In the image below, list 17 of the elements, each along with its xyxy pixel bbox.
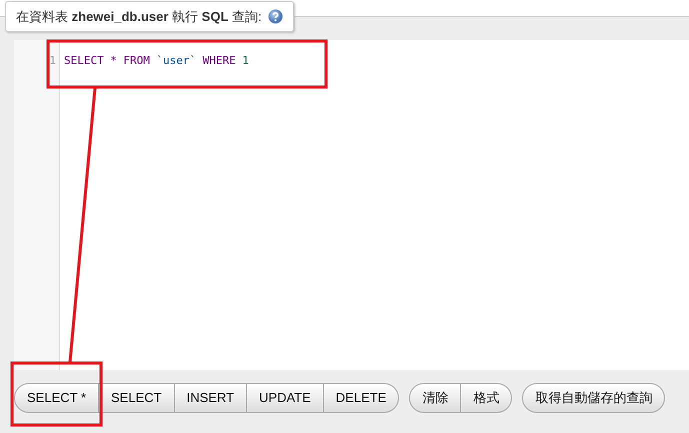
query-button[interactable]: 格式 <box>461 383 512 413</box>
code-token: FROM <box>123 54 150 68</box>
query-button[interactable]: 清除 <box>409 383 462 413</box>
line-number: 1 <box>48 53 57 68</box>
query-button[interactable]: 取得自動儲存的查詢 <box>522 383 666 413</box>
query-button[interactable]: DELETE <box>324 383 400 413</box>
query-button[interactable]: SELECT <box>99 383 175 413</box>
code-token: * <box>110 54 117 68</box>
query-button[interactable]: SELECT * <box>14 383 100 413</box>
code-token: `user` <box>156 54 196 68</box>
query-button[interactable]: UPDATE <box>247 383 324 413</box>
code-token: SELECT <box>64 54 104 68</box>
code-token: 1 <box>242 54 249 68</box>
query-button[interactable]: INSERT <box>174 383 248 413</box>
code-token: WHERE <box>202 54 236 68</box>
help-icon[interactable] <box>268 9 283 24</box>
legend-title: 在資料表 zhewei_db.user 執行 SQL 查詢: <box>16 8 262 26</box>
